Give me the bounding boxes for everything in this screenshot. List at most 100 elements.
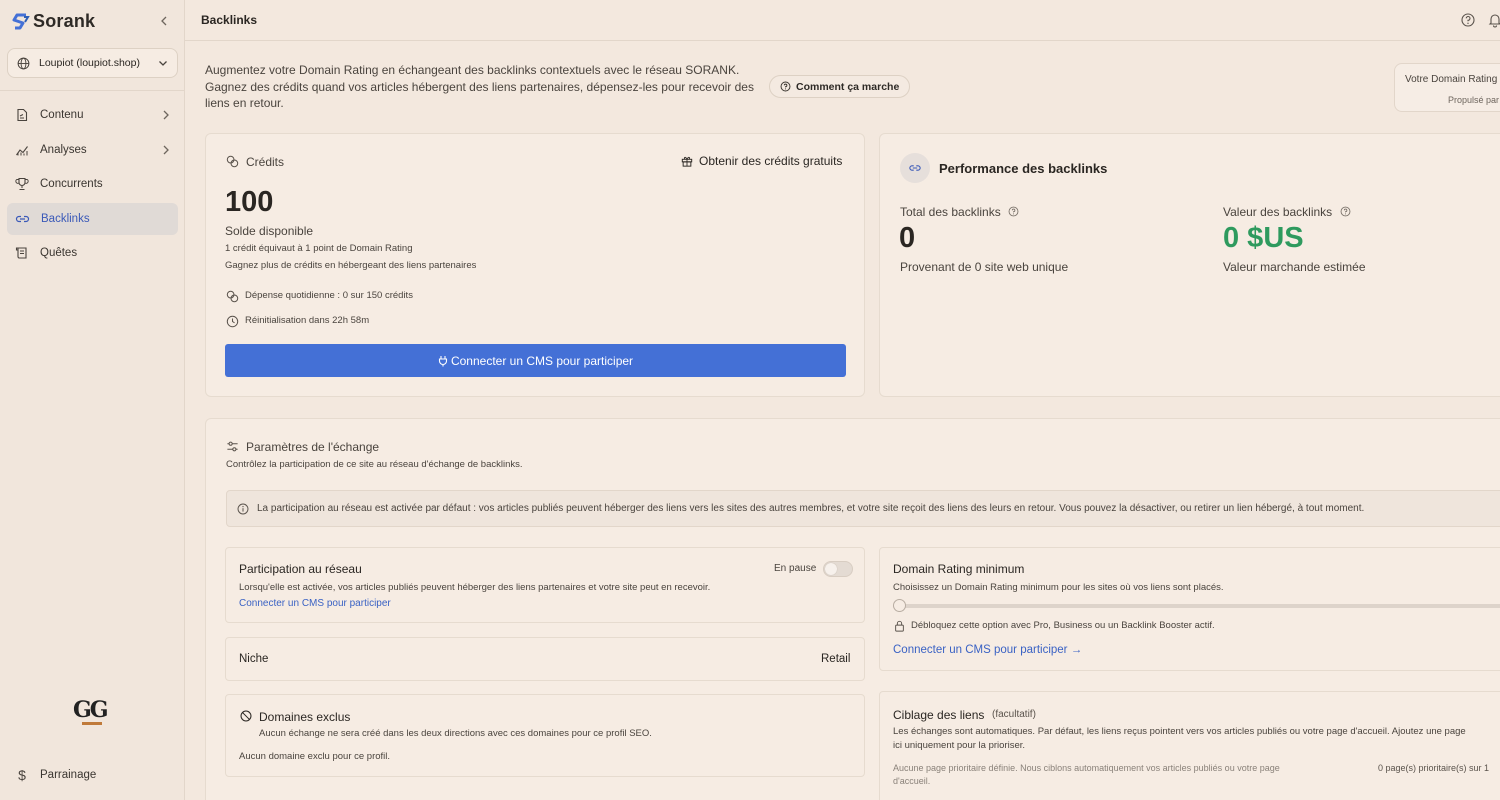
free-credits-link[interactable]: Obtenir des crédits gratuits xyxy=(681,154,842,168)
exchange-settings-title: Paramètres de l'échange xyxy=(246,440,380,454)
total-backlinks-label: Total des backlinks xyxy=(900,205,1001,219)
sidebar-item-label: Backlinks xyxy=(41,213,90,225)
performance-icon-wrap xyxy=(900,153,930,183)
how-it-works-button[interactable]: Comment ça marche xyxy=(769,75,911,98)
performance-title: Performance des backlinks xyxy=(939,161,1108,176)
chevron-left-icon xyxy=(161,16,167,26)
total-backlinks-sub: Provenant de 0 site web unique xyxy=(900,260,1069,274)
coins-icon xyxy=(226,290,239,303)
top-bar: Backlinks xyxy=(185,0,1500,41)
targeting-none-line1: Aucune page prioritaire définie. Nous ci… xyxy=(893,763,1280,773)
participation-desc: Lorsqu'elle est activée, vos articles pu… xyxy=(239,582,711,593)
coins-icon xyxy=(226,155,239,168)
link-targeting-card: Ciblage des liens (facultatif) Les échan… xyxy=(879,691,1500,800)
info-icon xyxy=(237,503,249,514)
globe-icon xyxy=(17,57,30,69)
min-dr-lock-note: Débloquez cette option avec Pro, Busines… xyxy=(911,620,1215,631)
document-icon xyxy=(17,108,28,122)
sidebar-item-label: Concurrents xyxy=(40,178,103,190)
sidebar-item-label: Analyses xyxy=(40,144,87,156)
sidebar-item-label: Parrainage xyxy=(40,769,97,781)
help-icon[interactable] xyxy=(1008,206,1019,217)
sidebar: Sorank Loupiot (loupiot.shop) Contenu An… xyxy=(0,0,185,800)
sidebar-item-quetes[interactable]: Quêtes xyxy=(7,237,178,269)
domain-rating-title: Votre Domain Rating xyxy=(1405,74,1498,85)
targeting-title: Ciblage des liens xyxy=(893,708,985,722)
collapse-sidebar-button[interactable] xyxy=(157,13,171,29)
intro-text: Augmentez votre Domain Rating en échange… xyxy=(205,63,754,110)
min-dr-slider-thumb[interactable] xyxy=(893,599,906,612)
domain-rating-card: Votre Domain Rating Propulsé par xyxy=(1394,63,1500,112)
sidebar-item-parrainage[interactable]: $ Parrainage xyxy=(7,762,178,788)
info-banner: La participation au réseau est activée p… xyxy=(226,490,1500,527)
chevron-down-icon xyxy=(159,61,167,66)
sidebar-item-analyses[interactable]: Analyses xyxy=(7,134,178,166)
sidebar-item-backlinks[interactable]: Backlinks xyxy=(7,203,178,235)
targeting-desc-line1: Les échanges sont automatiques. Par défa… xyxy=(893,726,1466,737)
sidebar-item-label: Contenu xyxy=(40,109,84,121)
sidebar-item-concurrents[interactable]: Concurrents xyxy=(7,168,178,200)
min-dr-title: Domain Rating minimum xyxy=(893,562,1025,576)
chevron-right-icon xyxy=(163,145,169,155)
connect-cms-button[interactable]: Connecter un CMS pour participer xyxy=(225,344,846,377)
credit-note: 1 crédit équivaut à 1 point de Domain Ra… xyxy=(225,243,413,254)
niche-row[interactable]: Niche Retail xyxy=(225,637,865,681)
plug-icon xyxy=(438,355,448,366)
trophy-icon xyxy=(15,177,29,190)
backlinks-value-label: Valeur des backlinks xyxy=(1223,205,1333,219)
credits-balance: 100 xyxy=(225,186,274,218)
excluded-domains-empty: Aucun domaine exclu pour ce profil. xyxy=(239,751,391,762)
sidebar-item-label: Quêtes xyxy=(40,247,78,259)
clock-icon xyxy=(226,315,239,328)
how-it-works-label: Comment ça marche xyxy=(796,80,900,93)
gift-icon xyxy=(681,156,693,167)
link-icon xyxy=(909,165,921,171)
page-title: Backlinks xyxy=(201,13,258,27)
daily-spend: Dépense quotidienne : 0 sur 150 crédits xyxy=(245,290,413,301)
dollar-icon: $ xyxy=(18,767,26,783)
targeting-desc-line2: ici uniquement pour la prioriser. xyxy=(893,740,1026,751)
link-icon xyxy=(15,215,30,223)
sidebar-divider xyxy=(0,90,185,91)
info-banner-text: La participation au réseau est activée p… xyxy=(257,503,1365,514)
free-credits-label: Obtenir des crédits gratuits xyxy=(699,154,843,168)
exchange-settings-subtitle: Contrôlez la participation de ce site au… xyxy=(226,459,523,470)
min-dr-slider-track[interactable] xyxy=(893,604,1500,608)
credits-card: Crédits Obtenir des crédits gratuits 100… xyxy=(205,133,865,397)
niche-label: Niche xyxy=(239,653,269,665)
app-logo[interactable]: Sorank xyxy=(12,11,95,32)
targeting-optional: (facultatif) xyxy=(992,709,1036,720)
min-dr-connect-link[interactable]: Connecter un CMS pour participer → xyxy=(893,644,1082,656)
site-selector[interactable]: Loupiot (loupiot.shop) xyxy=(7,48,178,78)
credits-title: Crédits xyxy=(246,155,285,169)
help-icon[interactable] xyxy=(1460,12,1476,28)
help-icon[interactable] xyxy=(1340,206,1351,217)
sliders-icon xyxy=(227,441,238,452)
brand-logo: GG xyxy=(73,697,109,723)
niche-value: Retail xyxy=(821,653,851,665)
targeting-count: 0 page(s) prioritaire(s) sur 1 xyxy=(1378,763,1490,773)
chevron-right-icon xyxy=(163,110,169,120)
targeting-none-line2: d'accueil. xyxy=(893,776,931,786)
credit-earn-note: Gagnez plus de crédits en hébergeant des… xyxy=(225,260,477,271)
help-icon xyxy=(780,81,791,92)
performance-card: Performance des backlinks Total des back… xyxy=(879,133,1500,397)
connect-cms-label: Connecter un CMS pour participer xyxy=(450,353,634,368)
participation-connect-link[interactable]: Connecter un CMS pour participer xyxy=(239,598,391,609)
participation-title: Participation au réseau xyxy=(239,562,362,576)
excluded-domains-title: Domaines exclus xyxy=(259,710,351,724)
sorank-logo-icon xyxy=(12,13,30,29)
total-backlinks-value: 0 xyxy=(899,222,916,254)
excluded-domains-card: Domaines exclus Aucun échange ne sera cr… xyxy=(225,694,865,777)
bell-icon[interactable] xyxy=(1487,12,1500,28)
excluded-domains-desc: Aucun échange ne sera créé dans les deux… xyxy=(259,728,652,739)
balance-label: Solde disponible xyxy=(225,224,314,238)
min-domain-rating-card: Domain Rating minimum Choisissez un Doma… xyxy=(879,547,1500,671)
chart-icon xyxy=(16,146,28,156)
participation-toggle[interactable] xyxy=(823,561,853,577)
scroll-icon xyxy=(15,247,27,259)
sidebar-item-contenu[interactable]: Contenu xyxy=(7,99,178,131)
domain-rating-subtitle: Propulsé par xyxy=(1448,95,1500,105)
backlinks-value-amount: 0 $US xyxy=(1223,222,1304,254)
site-selector-label: Loupiot (loupiot.shop) xyxy=(39,57,140,69)
